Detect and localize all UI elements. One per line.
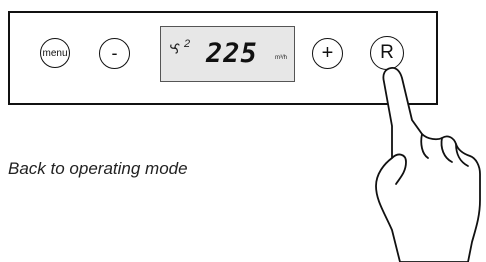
airflow-unit: m³/h	[275, 55, 287, 61]
pointing-hand-icon	[375, 66, 481, 262]
lcd-display: 2 225 m³/h	[160, 26, 295, 82]
menu-button[interactable]: menu	[40, 38, 70, 68]
fan-level-indicator: 2	[184, 38, 191, 50]
fan-icon	[170, 43, 180, 54]
plus-button[interactable]: +	[312, 38, 343, 69]
minus-button[interactable]: -	[99, 38, 130, 69]
caption-text: Back to operating mode	[8, 159, 188, 178]
airflow-value: 225	[206, 38, 258, 69]
